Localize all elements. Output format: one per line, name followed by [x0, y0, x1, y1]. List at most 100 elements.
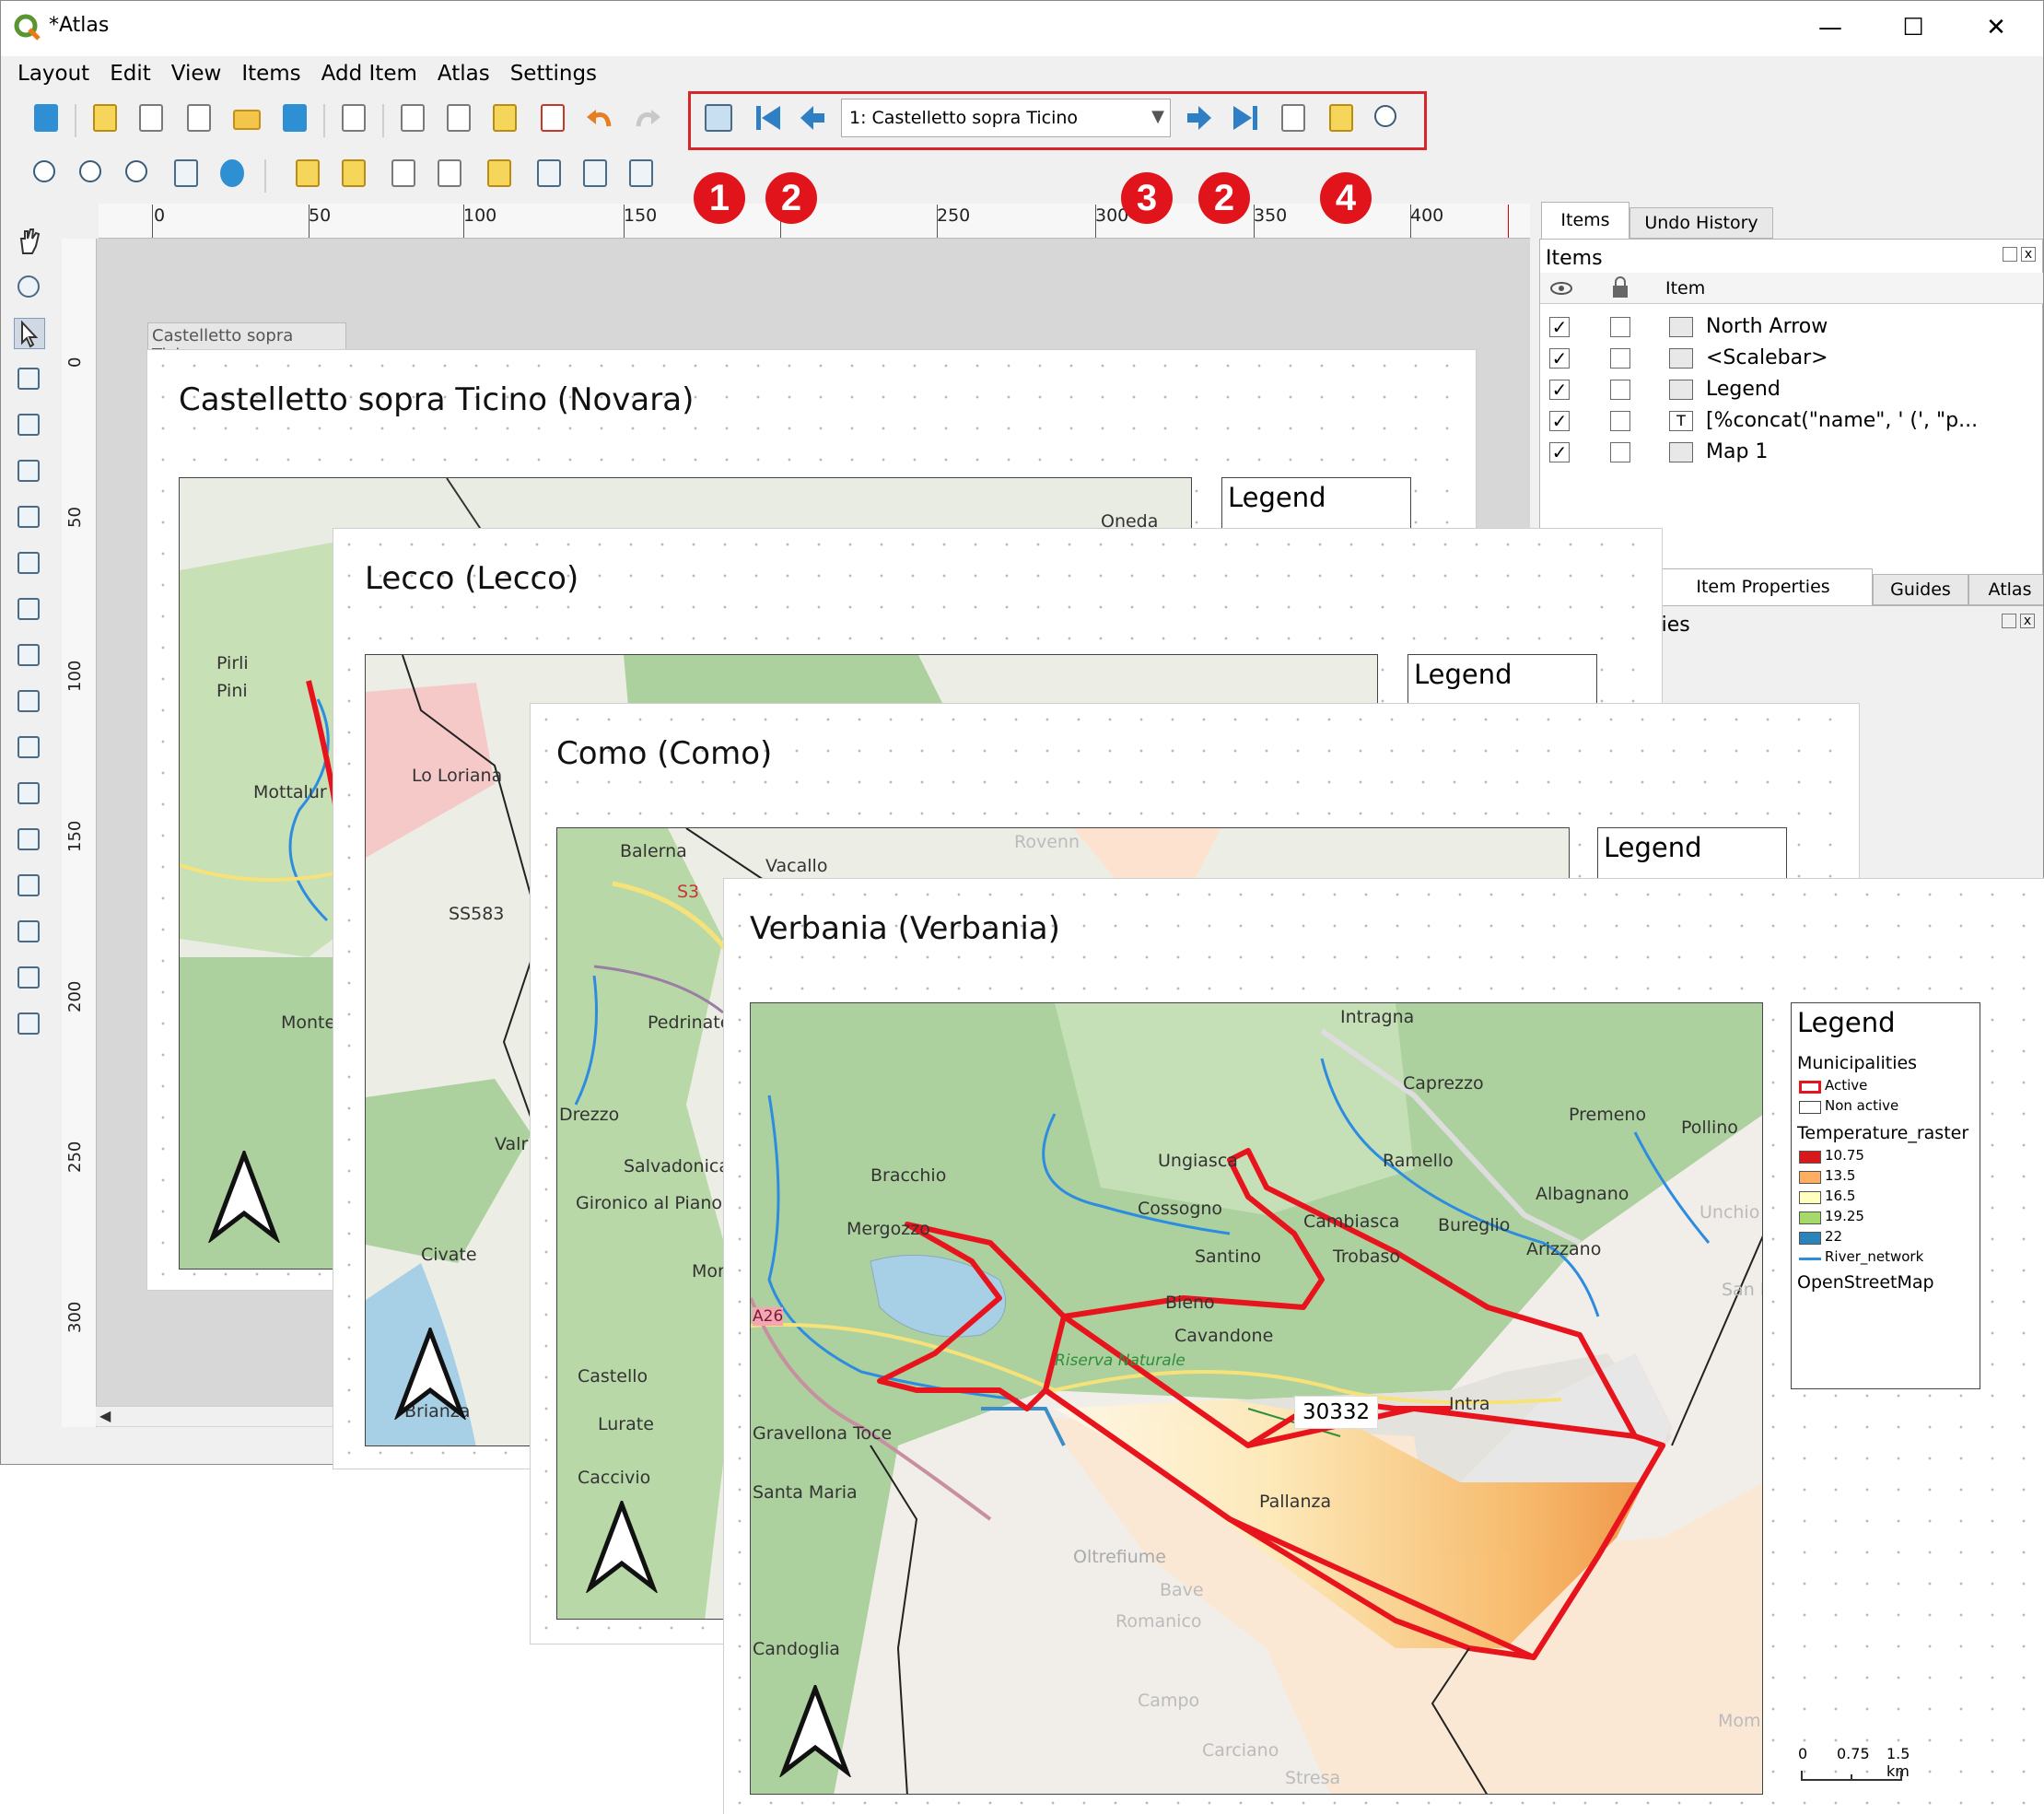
add-shape-icon[interactable]	[14, 778, 45, 810]
scalebar[interactable]: 0 0.75 1.5 km	[1796, 1745, 1934, 1791]
menu-layout[interactable]: Layout	[16, 56, 100, 93]
item-row-north-arrow[interactable]: ✓ North Arrow	[1540, 311, 2043, 343]
scalebar-label: 0	[1798, 1745, 1808, 1762]
export-pdf-icon[interactable]	[535, 100, 570, 135]
legend-box[interactable]: Legend Municipalities Active Non active …	[1791, 1002, 1980, 1389]
align-items-icon[interactable]	[531, 156, 566, 191]
menu-settings[interactable]: Settings	[508, 56, 608, 93]
tab-undo-history[interactable]: Undo History	[1629, 207, 1773, 239]
item-row-label[interactable]: ✓ T [%concat("name", ' (', "p...	[1540, 405, 2043, 437]
legend-swatch-non-active	[1799, 1101, 1821, 1114]
atlas-feature-combobox[interactable]: 1: Castelletto sopra Ticino ▼	[841, 99, 1171, 137]
duplicate-layout-icon[interactable]	[134, 100, 169, 135]
export-svg-icon[interactable]	[487, 100, 522, 135]
add-3d-map-icon[interactable]	[14, 502, 45, 533]
redo-icon[interactable]	[629, 102, 664, 137]
lock-checkbox[interactable]	[1610, 317, 1630, 337]
menu-add-item[interactable]: Add Item	[320, 56, 428, 93]
add-picture-icon[interactable]	[14, 548, 45, 579]
map-label: Carciano	[1202, 1740, 1279, 1761]
distribute-items-icon[interactable]	[578, 156, 613, 191]
close-panel-icon[interactable]: x	[2020, 614, 2035, 628]
map-label: S3	[677, 882, 700, 902]
zoom-full-icon[interactable]	[169, 156, 204, 191]
tab-atlas[interactable]: Atlas	[1968, 574, 2043, 605]
select-move-icon[interactable]	[14, 318, 45, 349]
save-template-icon[interactable]	[277, 100, 312, 135]
visibility-checkbox[interactable]: ✓	[1549, 442, 1570, 462]
open-template-icon[interactable]	[229, 100, 264, 135]
map-label: Cambiasca	[1303, 1211, 1400, 1232]
minimize-button[interactable]: —	[1788, 1, 1873, 56]
float-panel-icon[interactable]	[2002, 614, 2016, 628]
map-label: Ramello	[1383, 1151, 1454, 1171]
maximize-button[interactable]: ☐	[1871, 1, 1956, 56]
add-legend-icon[interactable]	[14, 640, 45, 672]
edit-nodes-icon[interactable]	[14, 410, 45, 441]
close-panel-icon[interactable]: x	[2021, 247, 2036, 262]
menu-edit[interactable]: Edit	[108, 56, 162, 93]
menu-items[interactable]: Items	[239, 56, 311, 93]
save-layout-icon[interactable]	[29, 100, 64, 135]
lock-checkbox[interactable]	[1610, 380, 1630, 400]
zoom-in-icon[interactable]	[29, 156, 64, 191]
eye-icon	[1550, 282, 1572, 295]
map-label: Ungiasca	[1158, 1151, 1238, 1171]
page-setup-icon[interactable]	[336, 100, 371, 135]
visibility-checkbox[interactable]: ✓	[1549, 411, 1570, 431]
item-row-map[interactable]: ✓ Map 1	[1540, 437, 2043, 468]
map-label: Intragna	[1340, 1007, 1415, 1027]
menu-view[interactable]: View	[169, 56, 233, 93]
zoom-out-icon[interactable]	[75, 156, 110, 191]
ungroup-items-icon[interactable]	[432, 156, 467, 191]
lock-checkbox[interactable]	[1610, 411, 1630, 431]
chevron-down-icon[interactable]: ▼	[1151, 107, 1164, 126]
print-icon[interactable]	[395, 100, 430, 135]
add-attribute-table-icon[interactable]	[14, 963, 45, 994]
group-items-icon[interactable]	[386, 156, 421, 191]
move-content-icon[interactable]	[14, 364, 45, 395]
ruler-tick-label: 400	[1410, 205, 1444, 226]
zoom-actual-icon[interactable]	[121, 156, 156, 191]
resize-items-icon[interactable]	[624, 156, 659, 191]
visibility-checkbox[interactable]: ✓	[1549, 348, 1570, 369]
map-label: Cossogno	[1138, 1199, 1223, 1219]
ruler-tick-label: 50	[65, 507, 85, 528]
lock-checkbox[interactable]	[1610, 442, 1630, 462]
visibility-checkbox[interactable]: ✓	[1549, 317, 1570, 337]
add-label-icon[interactable]	[14, 594, 45, 626]
item-row-legend[interactable]: ✓ Legend	[1540, 374, 2043, 405]
add-page-icon[interactable]	[14, 456, 45, 487]
menu-atlas[interactable]: Atlas	[436, 56, 501, 93]
map-frame[interactable]: Intragna Caprezzo Premeno Pollino Ungias…	[750, 1002, 1763, 1795]
ruler-tick-label: 0	[154, 205, 166, 226]
layout-manager-icon[interactable]	[181, 100, 216, 135]
raise-items-icon[interactable]	[482, 156, 517, 191]
float-panel-icon[interactable]	[2003, 247, 2017, 262]
add-html-icon[interactable]	[14, 917, 45, 948]
export-image-icon[interactable]	[441, 100, 476, 135]
item-row-scalebar[interactable]: ✓ <Scalebar>	[1540, 343, 2043, 374]
new-layout-icon[interactable]	[88, 100, 123, 135]
tab-items[interactable]: Items	[1541, 202, 1629, 239]
add-arrow-icon[interactable]	[14, 825, 45, 856]
scroll-left-icon[interactable]: ◀	[99, 1407, 111, 1424]
lock-checkbox[interactable]	[1610, 348, 1630, 369]
qgis-logo-icon	[14, 14, 41, 41]
tab-guides[interactable]: Guides	[1873, 574, 1968, 605]
add-elevation-profile-icon[interactable]	[14, 1009, 45, 1040]
close-button[interactable]: ✕	[1954, 1, 2038, 56]
lock-items-icon[interactable]	[290, 156, 325, 191]
visibility-checkbox[interactable]: ✓	[1549, 380, 1570, 400]
map-label: Premeno	[1569, 1105, 1647, 1125]
refresh-icon[interactable]	[215, 156, 250, 191]
tab-item-properties[interactable]: Item Properties	[1653, 568, 1873, 605]
unlock-items-icon[interactable]	[336, 156, 371, 191]
add-node-item-icon[interactable]	[14, 871, 45, 902]
add-scalebar-icon[interactable]	[14, 686, 45, 718]
add-north-arrow-icon[interactable]	[14, 732, 45, 764]
zoom-tool-icon[interactable]	[14, 272, 45, 303]
map-label: Civate	[421, 1245, 477, 1265]
undo-icon[interactable]	[583, 102, 618, 137]
pan-hand-icon[interactable]	[14, 226, 45, 257]
